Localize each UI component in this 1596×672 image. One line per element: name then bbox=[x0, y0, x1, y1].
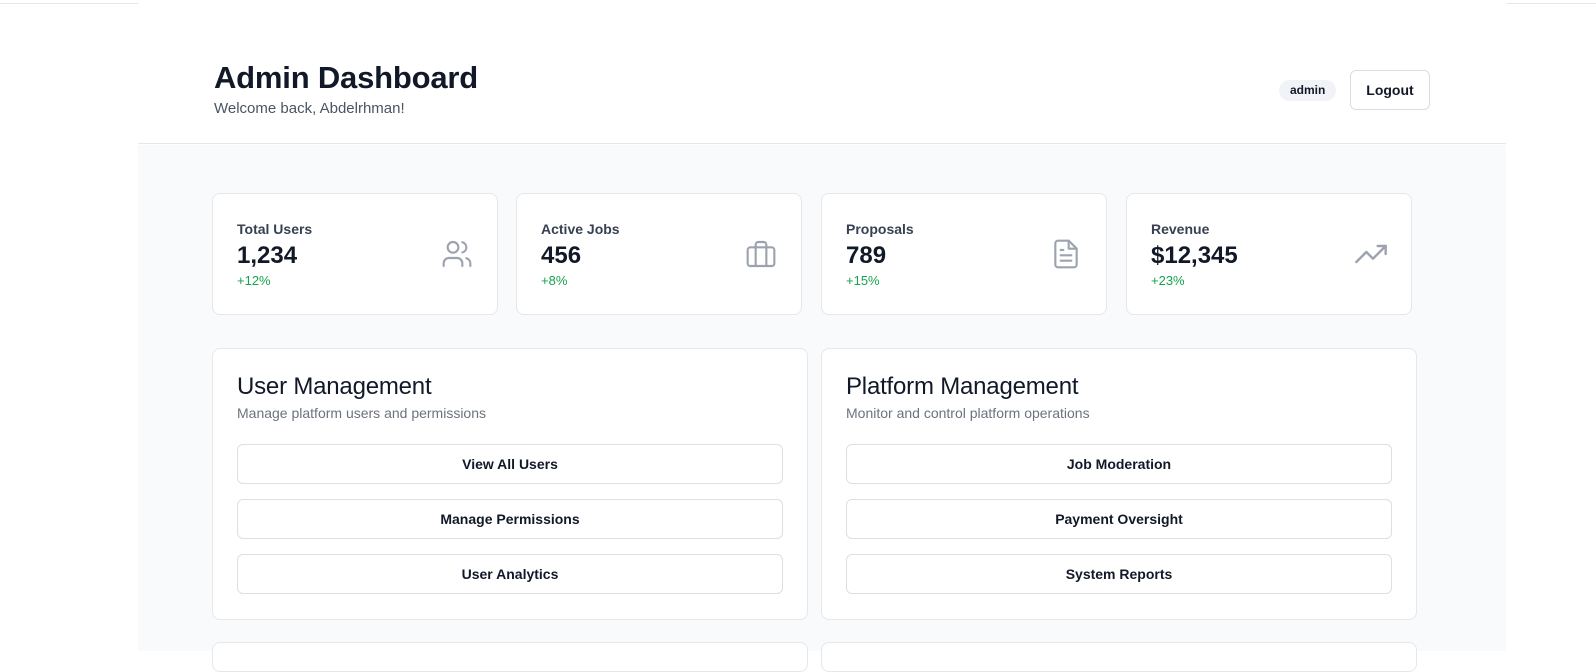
user-management-panel: User Management Manage platform users an… bbox=[212, 348, 808, 620]
user-analytics-button[interactable]: User Analytics bbox=[237, 554, 783, 594]
dashboard-content: Total Users 1,234 +12% Active Jobs 456 +… bbox=[138, 145, 1506, 672]
page-title: Admin Dashboard bbox=[214, 60, 478, 95]
stat-change: +8% bbox=[541, 273, 568, 288]
payment-oversight-button[interactable]: Payment Oversight bbox=[846, 499, 1392, 539]
users-icon bbox=[441, 238, 473, 270]
view-all-users-button[interactable]: View All Users bbox=[237, 444, 783, 484]
stat-card-total-users: Total Users 1,234 +12% bbox=[212, 193, 498, 315]
lower-panel-left bbox=[212, 642, 808, 672]
stat-change: +15% bbox=[846, 273, 880, 288]
document-icon bbox=[1050, 238, 1082, 270]
job-moderation-button[interactable]: Job Moderation bbox=[846, 444, 1392, 484]
platform-management-panel: Platform Management Monitor and control … bbox=[821, 348, 1417, 620]
stat-value: 1,234 bbox=[237, 242, 298, 269]
stat-card-active-jobs: Active Jobs 456 +8% bbox=[516, 193, 802, 315]
logout-button[interactable]: Logout bbox=[1350, 70, 1430, 110]
dashboard-page: Admin Dashboard Welcome back, Abdelrhman… bbox=[138, 0, 1506, 672]
system-reports-button[interactable]: System Reports bbox=[846, 554, 1392, 594]
stat-change: +23% bbox=[1151, 273, 1185, 288]
stat-change: +12% bbox=[237, 273, 271, 288]
welcome-message: Welcome back, Abdelrhman! bbox=[214, 100, 405, 117]
stat-label: Revenue bbox=[1151, 221, 1210, 237]
panel-title: Platform Management bbox=[846, 373, 1079, 400]
stat-value: $12,345 bbox=[1151, 242, 1238, 269]
dashboard-header: Admin Dashboard Welcome back, Abdelrhman… bbox=[138, 0, 1506, 144]
stat-card-revenue: Revenue $12,345 +23% bbox=[1126, 193, 1412, 315]
briefcase-icon bbox=[745, 238, 777, 270]
stat-value: 789 bbox=[846, 242, 887, 269]
stat-label: Total Users bbox=[237, 221, 313, 237]
panel-title: User Management bbox=[237, 373, 432, 400]
manage-permissions-button[interactable]: Manage Permissions bbox=[237, 499, 783, 539]
panel-description: Monitor and control platform operations bbox=[846, 405, 1090, 421]
stat-label: Proposals bbox=[846, 221, 914, 237]
stat-label: Active Jobs bbox=[541, 221, 620, 237]
stat-value: 456 bbox=[541, 242, 582, 269]
panel-description: Manage platform users and permissions bbox=[237, 405, 487, 421]
lower-panel-right bbox=[821, 642, 1417, 672]
role-badge: admin bbox=[1279, 80, 1337, 101]
trending-up-icon bbox=[1355, 238, 1387, 270]
stat-card-proposals: Proposals 789 +15% bbox=[821, 193, 1107, 315]
